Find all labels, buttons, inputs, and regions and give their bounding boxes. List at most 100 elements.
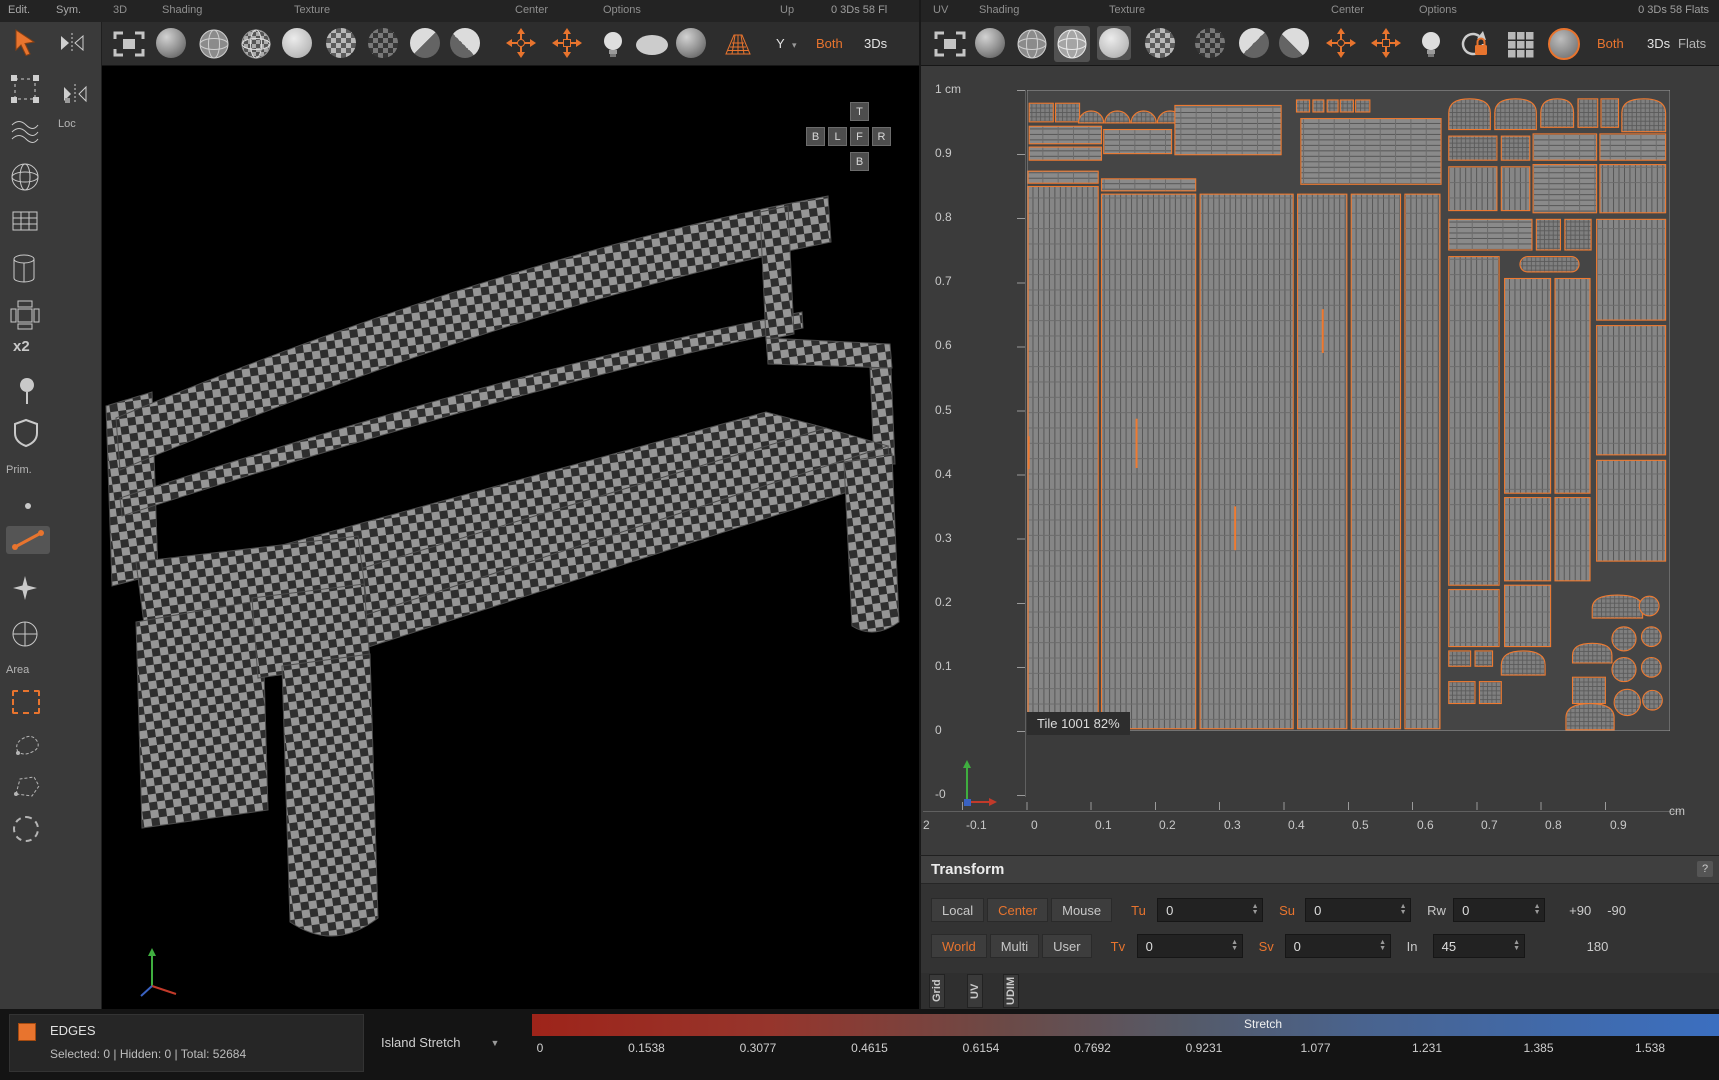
lock-rotation-icon[interactable] xyxy=(1458,28,1490,60)
point-select-tool[interactable] xyxy=(25,503,31,509)
tab-uv[interactable]: UV xyxy=(967,974,983,1008)
center-selection-icon[interactable] xyxy=(506,28,536,58)
sphere-view-icon[interactable] xyxy=(676,28,706,58)
rotate-minus-90-button[interactable]: -90 xyxy=(1607,903,1626,918)
spin-down-icon[interactable]: ▼ xyxy=(1228,945,1242,952)
spin-down-icon[interactable]: ▼ xyxy=(1530,909,1544,916)
shading-checker-wire-icon[interactable] xyxy=(240,28,272,60)
translate-v-value[interactable]: 0 xyxy=(1138,939,1228,954)
metric-dropdown[interactable]: Island Stretch ▼ xyxy=(381,1035,499,1050)
viewport-3d[interactable]: T B L F R B xyxy=(102,66,919,1009)
pivot-multi-button[interactable]: Multi xyxy=(989,934,1040,958)
view-cube-bottom[interactable]: B xyxy=(850,152,869,171)
scale-v-value[interactable]: 0 xyxy=(1286,939,1376,954)
space-local-button[interactable]: Local xyxy=(931,898,985,922)
space-world-button[interactable]: World xyxy=(931,934,987,958)
scale-u-spinner[interactable]: ▲ ▼ xyxy=(1396,903,1410,916)
circle-area-tool[interactable] xyxy=(13,816,39,842)
shading-solid-icon[interactable] xyxy=(156,28,186,58)
translate-u-field[interactable]: 0 ▲ ▼ xyxy=(1157,898,1264,922)
select-cursor-tool[interactable] xyxy=(12,28,38,56)
uv-display-flats-button[interactable]: Flats xyxy=(1678,36,1706,51)
perspective-grid-icon[interactable] xyxy=(722,31,754,57)
texture-gradient-alt-icon[interactable] xyxy=(450,28,480,58)
scale-u-field[interactable]: 0 ▲ ▼ xyxy=(1305,898,1412,922)
backface-toggle-icon[interactable] xyxy=(634,32,670,58)
scale-v-field[interactable]: 0 ▲ ▼ xyxy=(1284,934,1391,958)
uv-center-selection-icon[interactable] xyxy=(1326,28,1356,58)
texture-checker-dark-icon[interactable] xyxy=(368,28,398,58)
rotate-increment-spinner[interactable]: ▲ ▼ xyxy=(1510,939,1524,952)
tab-udim[interactable]: UDIM xyxy=(1003,974,1019,1008)
symmetry-toggle-icon[interactable] xyxy=(58,32,86,54)
edge-select-tool[interactable] xyxy=(6,526,50,554)
pivot-center-button[interactable]: Center xyxy=(987,898,1049,922)
uv-texture-checker-icon[interactable] xyxy=(1145,28,1175,58)
tab-grid[interactable]: Grid xyxy=(929,974,945,1008)
uv-texture-gradient-alt-icon[interactable] xyxy=(1279,28,1309,58)
uv-wireframe-active-icon[interactable] xyxy=(1054,26,1090,62)
transform-gizmo-tool[interactable] xyxy=(10,74,40,104)
center-island-icon[interactable] xyxy=(552,28,582,58)
spin-down-icon[interactable]: ▼ xyxy=(1248,909,1262,916)
uv-light-toggle-icon[interactable] xyxy=(1420,30,1442,60)
tile-boundary-icon[interactable] xyxy=(1548,28,1580,60)
uv-center-island-icon[interactable] xyxy=(1371,28,1401,58)
rectangle-area-tool[interactable] xyxy=(12,690,40,714)
optimize-tool[interactable] xyxy=(10,118,40,144)
uv-editor[interactable]: 1 cm 0.9 0.8 0.7 0.6 0.5 0.4 0.3 0.2 0.1… xyxy=(919,66,1719,855)
uv-texture-checker-dark-icon[interactable] xyxy=(1195,28,1225,58)
pivot-user-button[interactable]: User xyxy=(1042,934,1092,958)
texture-checker-icon[interactable] xyxy=(326,28,356,58)
spin-down-icon[interactable]: ▼ xyxy=(1396,909,1410,916)
up-axis-caret-icon[interactable]: ▾ xyxy=(792,40,797,51)
lasso-area-tool[interactable] xyxy=(12,732,42,758)
island-select-tool[interactable] xyxy=(11,620,39,648)
maximize-viewport-icon[interactable] xyxy=(112,30,146,58)
shading-wireframe-icon[interactable] xyxy=(198,28,230,60)
rotate-w-value[interactable]: 0 xyxy=(1454,903,1530,918)
view-cube-right[interactable]: R xyxy=(872,127,891,146)
display-both-button[interactable]: Both xyxy=(816,36,843,51)
rotate-w-field[interactable]: 0 ▲ ▼ xyxy=(1453,898,1546,922)
view-cube-front[interactable]: F xyxy=(850,127,869,146)
pivot-mouse-button[interactable]: Mouse xyxy=(1051,898,1113,922)
uv-shading-wire-icon[interactable] xyxy=(1016,28,1048,60)
translate-u-value[interactable]: 0 xyxy=(1158,903,1248,918)
polygon-area-tool[interactable] xyxy=(12,774,42,800)
shading-flat-icon[interactable] xyxy=(282,28,312,58)
scale-u-value[interactable]: 0 xyxy=(1306,903,1396,918)
spin-down-icon[interactable]: ▼ xyxy=(1510,945,1524,952)
sphere-projection-tool[interactable] xyxy=(10,162,40,192)
maximize-uv-viewport-icon[interactable] xyxy=(933,30,967,58)
box-unwrap-tool[interactable] xyxy=(10,298,40,332)
uv-display-3ds-button[interactable]: 3Ds xyxy=(1647,36,1670,51)
rotate-plus-90-button[interactable]: +90 xyxy=(1569,903,1591,918)
pin-tool[interactable] xyxy=(16,376,38,406)
protect-tool[interactable] xyxy=(13,418,39,448)
uv-shading-solid-icon[interactable] xyxy=(975,28,1005,58)
grid-toggle-icon[interactable] xyxy=(1507,31,1535,59)
scale-v-spinner[interactable]: ▲ ▼ xyxy=(1376,939,1390,952)
help-button[interactable]: ? xyxy=(1697,861,1713,877)
symmetry-local-toggle-icon[interactable] xyxy=(62,84,88,104)
view-cube-back[interactable]: B xyxy=(806,127,825,146)
cylinder-unwrap-tool[interactable] xyxy=(10,252,38,286)
uv-islands-canvas[interactable] xyxy=(1027,90,1670,731)
rotate-w-spinner[interactable]: ▲ ▼ xyxy=(1530,903,1544,916)
translate-v-field[interactable]: 0 ▲ ▼ xyxy=(1136,934,1243,958)
rotate-increment-field[interactable]: 45 ▲ ▼ xyxy=(1432,934,1525,958)
uv-texture-gradient-icon[interactable] xyxy=(1239,28,1269,58)
display-3ds-button[interactable]: 3Ds xyxy=(864,36,887,51)
light-toggle-icon[interactable] xyxy=(602,30,624,60)
view-cube-top[interactable]: T xyxy=(850,102,869,121)
translate-u-spinner[interactable]: ▲ ▼ xyxy=(1248,903,1262,916)
rotate-180-button[interactable]: 180 xyxy=(1587,939,1609,954)
uv-fill-active-icon[interactable] xyxy=(1097,26,1131,60)
texture-gradient-icon[interactable] xyxy=(410,28,440,58)
rotate-increment-value[interactable]: 45 xyxy=(1434,939,1510,954)
view-cube-left[interactable]: L xyxy=(828,127,847,146)
translate-v-spinner[interactable]: ▲ ▼ xyxy=(1228,939,1242,952)
uv-display-both-button[interactable]: Both xyxy=(1597,36,1624,51)
polygon-select-tool[interactable] xyxy=(11,574,39,602)
